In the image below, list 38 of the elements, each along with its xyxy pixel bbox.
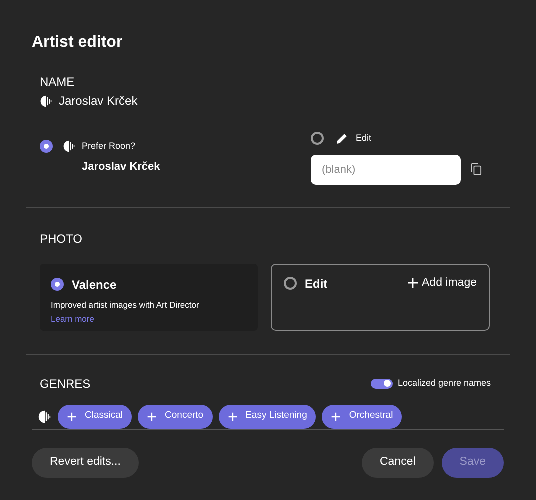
radio-button[interactable] — [311, 132, 324, 146]
genre-chip[interactable]: Orchestral — [322, 404, 402, 428]
name-input-field[interactable]: (blank) — [311, 154, 461, 184]
toggle-label: Localized genre names — [398, 376, 491, 390]
secondary-button[interactable]: Cancel — [362, 448, 434, 478]
genre-chip[interactable]: Concerto — [138, 404, 213, 428]
option-description: Improved artist images with Art Director — [51, 298, 200, 312]
artist-name: Jaroslav Krček — [59, 93, 138, 110]
plus-icon — [228, 412, 238, 422]
copy-icon[interactable] — [471, 163, 482, 176]
plus-icon — [331, 412, 342, 422]
secondary-button[interactable]: Revert edits... — [32, 448, 139, 478]
pencil-icon — [336, 132, 348, 145]
plus-icon — [67, 412, 77, 422]
option-label: Edit — [305, 276, 328, 292]
roon-logo-icon — [38, 410, 52, 424]
radio-button[interactable] — [40, 140, 53, 153]
learn-more-link[interactable]: Learn more — [51, 313, 247, 326]
roon-logo-icon — [40, 94, 53, 108]
option-label: Prefer Roon? — [82, 140, 136, 153]
option-label: Edit — [356, 132, 372, 145]
add-image-button[interactable]: Add image — [407, 274, 477, 292]
genre-chip[interactable]: Classical — [58, 404, 132, 428]
artist-name: Jaroslav Krček — [82, 160, 160, 174]
genre-chip[interactable]: Easy Listening — [218, 404, 316, 428]
section-heading: PHOTO — [40, 230, 84, 246]
roon-logo-icon — [63, 140, 76, 154]
radio-button[interactable] — [51, 278, 64, 291]
photo-option-card[interactable]: Edit Add image — [271, 264, 490, 330]
radio-button[interactable] — [284, 277, 297, 290]
plus-icon — [147, 412, 158, 422]
section-heading: NAME — [40, 74, 76, 90]
toggle-switch[interactable] — [370, 378, 393, 388]
option-label: Valence — [72, 276, 117, 294]
section-heading: GENRES — [40, 376, 91, 392]
photo-option-card[interactable]: Valence Improved artist images with Art Director Learn more — [40, 264, 258, 330]
dialog-title: Artist editor — [31, 33, 124, 53]
plus-icon — [407, 277, 420, 290]
